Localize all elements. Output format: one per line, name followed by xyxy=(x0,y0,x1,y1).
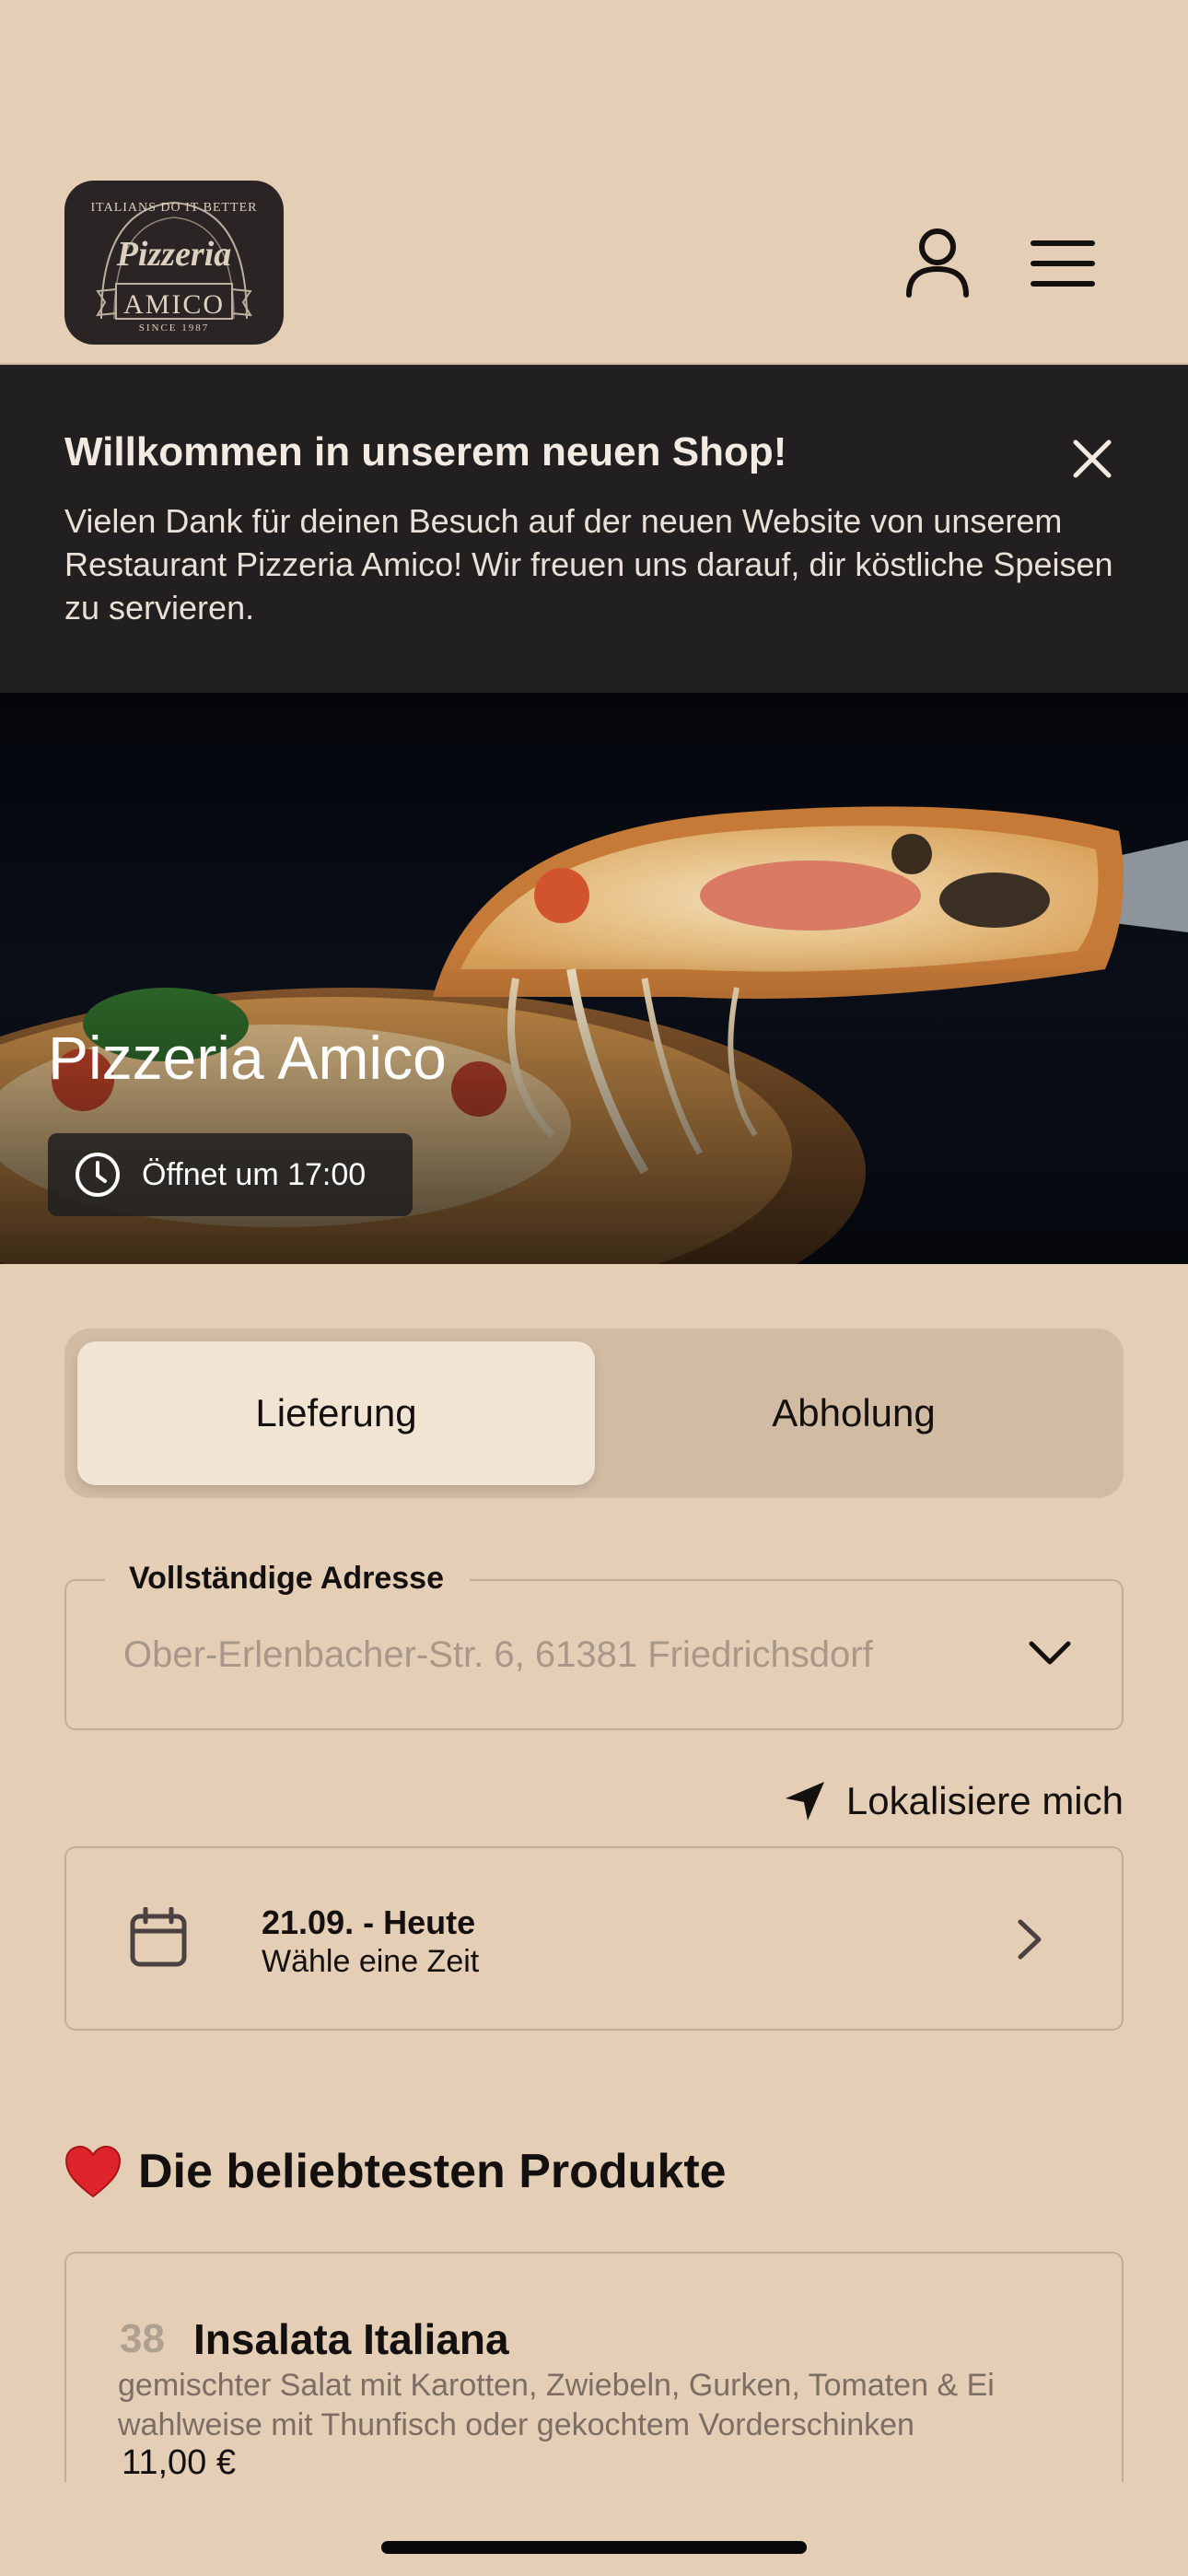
logo-name: AMICO xyxy=(122,289,225,320)
locate-me-label: Lokalisiere mich xyxy=(845,1779,1124,1822)
restaurant-logo[interactable]: ITALIANS DO IT BETTER Pizzeria AMICO SIN… xyxy=(64,181,284,345)
locate-me-button[interactable]: Lokalisiere mich xyxy=(753,1776,1124,1826)
order-mode-toggle: Lieferung Abholung xyxy=(64,1329,1124,1498)
product-description: gemischter Salat mit Karotten, Zwiebeln,… xyxy=(118,2368,995,2442)
date-title: 21.09. - Heute xyxy=(262,1903,476,1941)
tab-abholung[interactable]: Abholung xyxy=(595,1341,1112,1485)
date-time-picker[interactable]: 21.09. - Heute Wähle eine Zeit xyxy=(64,1846,1124,2031)
address-field[interactable]: Vollständige Adresse Ober-Erlenbacher-St… xyxy=(64,1561,1124,1730)
calendar-icon xyxy=(130,1907,187,1967)
page: ITALIANS DO IT BETTER Pizzeria AMICO SIN… xyxy=(0,0,1188,2576)
hero-image: Pizzeria Amico Öffnet um 17:00 xyxy=(0,693,1188,1264)
opening-status-text: Öffnet um 17:00 xyxy=(142,1156,367,1192)
product-price: 11,00 € xyxy=(122,2443,236,2482)
address-label: Vollständige Adresse xyxy=(105,1561,470,1597)
clock-icon xyxy=(76,1153,120,1197)
chevron-right-icon xyxy=(1018,1919,1042,1960)
location-arrow-icon xyxy=(785,1782,824,1821)
banner-title: Willkommen in unserem neuen Shop! xyxy=(64,429,787,474)
date-subtitle: Wähle eine Zeit xyxy=(262,1944,480,1979)
heart-icon xyxy=(64,2145,122,2198)
section-title-popular: Die beliebtesten Produkte xyxy=(64,2139,727,2204)
logo-since: SINCE 1987 xyxy=(138,322,210,334)
close-icon[interactable] xyxy=(1070,437,1114,481)
product-name: Insalata Italiana xyxy=(193,2315,509,2363)
hero-title: Pizzeria Amico xyxy=(48,1024,447,1092)
section-title-text: Die beliebtesten Produkte xyxy=(138,2145,727,2198)
home-indicator[interactable] xyxy=(381,2541,807,2554)
welcome-banner: Willkommen in unserem neuen Shop! Vielen… xyxy=(0,365,1188,693)
header: ITALIANS DO IT BETTER Pizzeria AMICO SIN… xyxy=(0,0,1188,365)
hamburger-menu-icon[interactable] xyxy=(1030,238,1096,289)
user-icon[interactable] xyxy=(904,227,971,299)
product-number: 38 xyxy=(120,2316,165,2361)
banner-text: Vielen Dank für deinen Besuch auf der ne… xyxy=(64,502,1113,626)
chevron-down-icon[interactable] xyxy=(1026,1634,1074,1671)
logo-tagline: ITALIANS DO IT BETTER xyxy=(90,201,258,215)
logo-script: Pizzeria xyxy=(116,235,232,274)
bottom-safe-area xyxy=(0,2482,1188,2576)
opening-status-badge: Öffnet um 17:00 xyxy=(48,1133,413,1216)
tab-lieferung[interactable]: Lieferung xyxy=(77,1341,595,1485)
address-input[interactable]: Ober-Erlenbacher-Str. 6, 61381 Friedrich… xyxy=(123,1634,873,1676)
